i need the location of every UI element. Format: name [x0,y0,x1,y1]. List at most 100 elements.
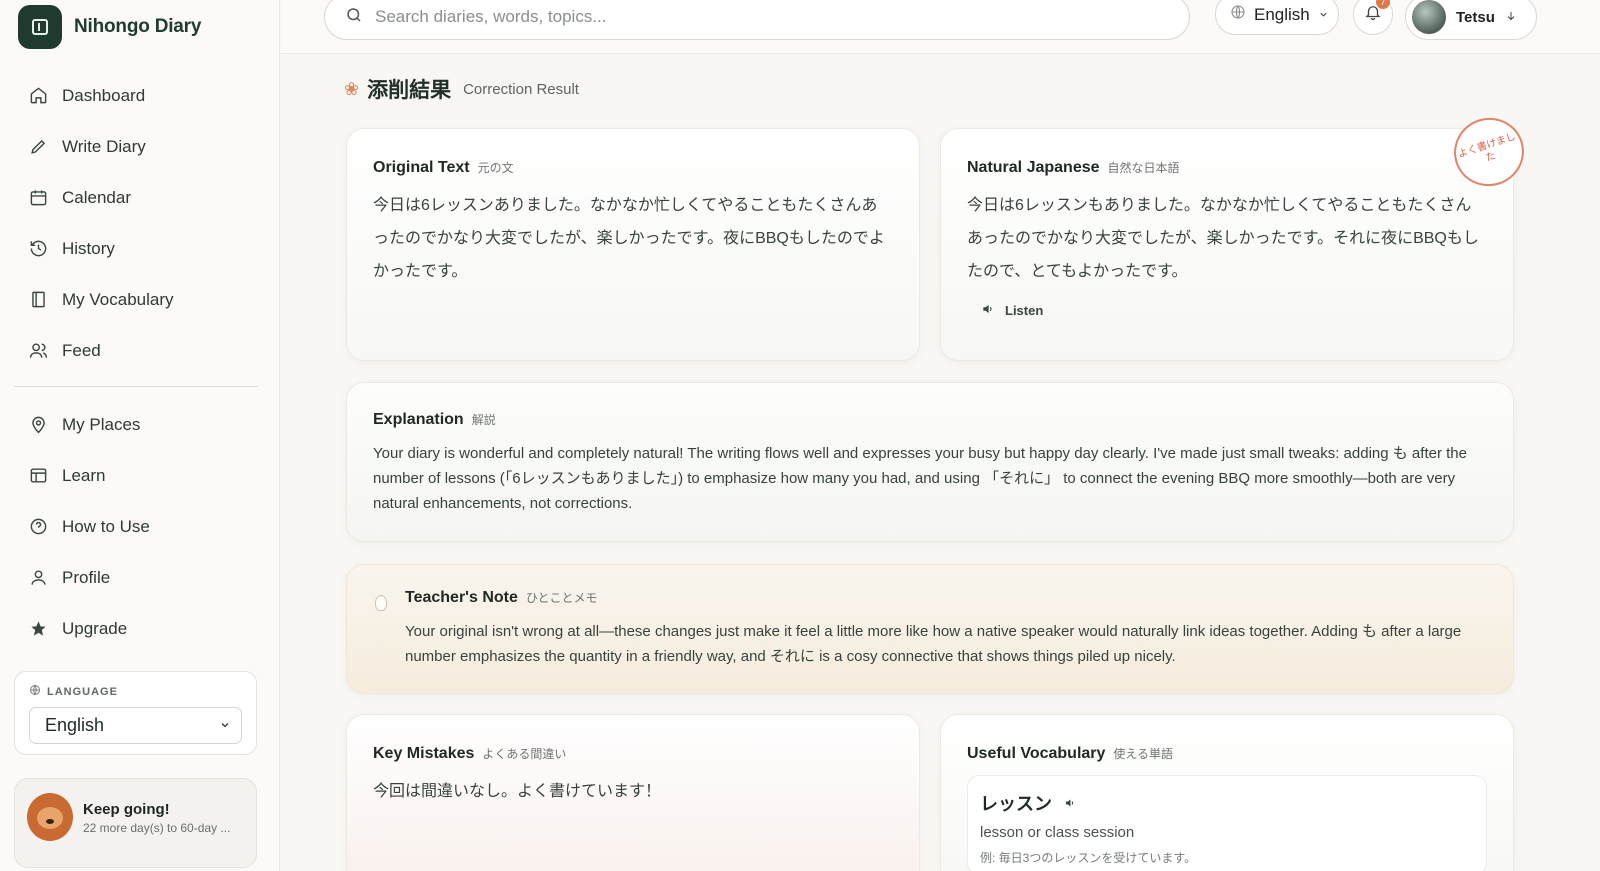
chevron-down-icon [1318,5,1329,25]
listen-label: Listen [1005,303,1044,318]
notifications-button[interactable]: 7 [1353,0,1393,35]
card-title: Teacher's Note [405,589,518,606]
brand[interactable]: Nihongo Diary [18,5,201,49]
sidebar-item-label: My Places [62,414,141,434]
sidebar: Nihongo Diary Dashboard Write Diary Cale… [0,0,280,871]
natural-text: 今日は6レッスンもありました。なかなか忙しくてやることもたくさんあったのでかなり… [967,197,1479,280]
avatar [1412,0,1446,34]
pin-icon [28,415,48,435]
arrow-down-icon [1505,9,1517,26]
vocab-meaning: lesson or class session [980,824,1135,841]
sidebar-item-label: My Vocabulary [62,289,174,309]
brand-logo-icon [18,5,62,49]
card-title: Explanation [373,411,464,428]
speaker-icon [981,302,995,319]
lightbulb-icon [375,595,387,611]
home-icon [28,86,48,106]
card-title: Key Mistakes [373,745,475,762]
language-switcher[interactable]: English [1215,0,1339,35]
original-text-card: Original Text 元の文 今日は6レッスンありました。なかなか忙しくて… [346,128,920,361]
sidebar-item-label: Profile [62,567,111,587]
card-subtitle: よくある間違い [482,747,567,761]
original-text: 今日は6レッスンありました。なかなか忙しくてやることもたくさんあったのでかなり大… [373,197,885,280]
mistakes-text: 今回は間違いなし。よく書けています！ [373,783,662,800]
card-subtitle: 自然な日本語 [1107,161,1180,175]
sidebar-item-calendar[interactable]: Calendar [14,172,258,223]
sidebar-item-label: Dashboard [62,85,146,105]
explanation-text: Your diary is wonderful and completely n… [373,445,1467,512]
sidebar-item-how-to-use[interactable]: How to Use [14,501,258,552]
language-select[interactable]: English [29,707,242,744]
vocab-item: レッスン lesson or class session 例: 毎日3つのレッス… [967,775,1487,871]
vocab-example: 例: 毎日3つのレッスンを受けています。 [980,851,1197,865]
card-subtitle: 元の文 [477,161,514,175]
search-input[interactable] [375,7,1155,27]
users-icon [28,341,48,361]
key-mistakes-card: Key Mistakes よくある間違い 今回は間違いなし。よく書けています！ [346,714,920,871]
user-menu[interactable]: Tetsu [1405,0,1537,40]
topbar: English 7 Tetsu [281,0,1600,54]
card-subtitle: ひとことメモ [525,591,598,605]
brand-name: Nihongo Diary [74,16,202,37]
sidebar-item-dashboard[interactable]: Dashboard [14,70,258,121]
sidebar-nav: Dashboard Write Diary Calendar History M… [14,70,258,654]
globe-icon [29,684,41,699]
language-card-title: LANGUAGE [29,684,242,699]
card-subtitle: 使える単語 [1113,747,1174,761]
help-icon [28,517,48,537]
teacher-note-text: Your original isn't wrong at all—these c… [405,623,1462,665]
nav-divider [14,386,258,387]
history-icon [28,239,48,259]
sidebar-item-feed[interactable]: Feed [14,325,258,376]
streak-subtitle: 22 more day(s) to 60-day ... [83,821,231,835]
sidebar-item-label: Feed [62,340,101,360]
vocab-word: レッスン [980,794,1052,814]
sidebar-item-profile[interactable]: Profile [14,552,258,603]
explanation-card: Explanation 解説 Your diary is wonderful a… [346,382,1514,542]
page-title-jp: 添削結果 [367,79,452,102]
language-card: LANGUAGE English [14,671,257,755]
language-switcher-label: English [1254,4,1310,24]
chevron-down-icon [219,715,231,736]
page-title-en: Correction Result [463,80,579,98]
notification-badge: 7 [1376,0,1390,9]
star-icon [28,619,48,639]
user-name: Tetsu [1456,8,1495,26]
teacher-note-card: Teacher's Note ひとことメモ Your original isn'… [346,564,1514,694]
calendar-icon [28,188,48,208]
streak-card[interactable]: Keep going! 22 more day(s) to 60-day ... [14,778,257,868]
speaker-icon[interactable] [1064,793,1076,814]
page-title: ❀ 添削結果 Correction Result [344,74,579,104]
book-icon [28,290,48,310]
flower-icon: ❀ [344,78,360,99]
useful-vocabulary-card: Useful Vocabulary 使える単語 レッスン lesson or c… [940,714,1514,871]
natural-japanese-card: Natural Japanese 自然な日本語 今日は6レッスンもありました。な… [940,108,1533,361]
card-title: Original Text [373,159,470,176]
pencil-icon [28,137,48,157]
sidebar-item-my-vocabulary[interactable]: My Vocabulary [14,274,258,325]
sidebar-item-label: Upgrade [62,618,128,638]
sidebar-item-history[interactable]: History [14,223,258,274]
card-title: Natural Japanese [967,159,1100,176]
sidebar-item-my-places[interactable]: My Places [14,399,258,450]
sidebar-item-label: Calendar [62,187,131,207]
language-select-value: English [45,715,105,735]
dog-mascot-icon [27,793,73,841]
sidebar-item-label: History [62,238,115,258]
card-title: Useful Vocabulary [967,745,1106,762]
sidebar-item-label: Learn [62,465,106,485]
sidebar-item-label: Write Diary [62,136,146,156]
streak-title: Keep going! [83,801,170,818]
praise-stamp: よく書けました [1445,108,1533,196]
search-bar[interactable] [324,0,1190,40]
card-subtitle: 解説 [471,413,496,427]
user-icon [28,568,48,588]
layout-icon [28,466,48,486]
search-icon [345,6,363,29]
sidebar-item-learn[interactable]: Learn [14,450,258,501]
sidebar-item-upgrade[interactable]: Upgrade [14,603,258,654]
sidebar-item-write-diary[interactable]: Write Diary [14,121,258,172]
globe-icon [1230,4,1246,25]
listen-button[interactable]: Listen [981,302,1487,319]
sidebar-item-label: How to Use [62,516,150,536]
